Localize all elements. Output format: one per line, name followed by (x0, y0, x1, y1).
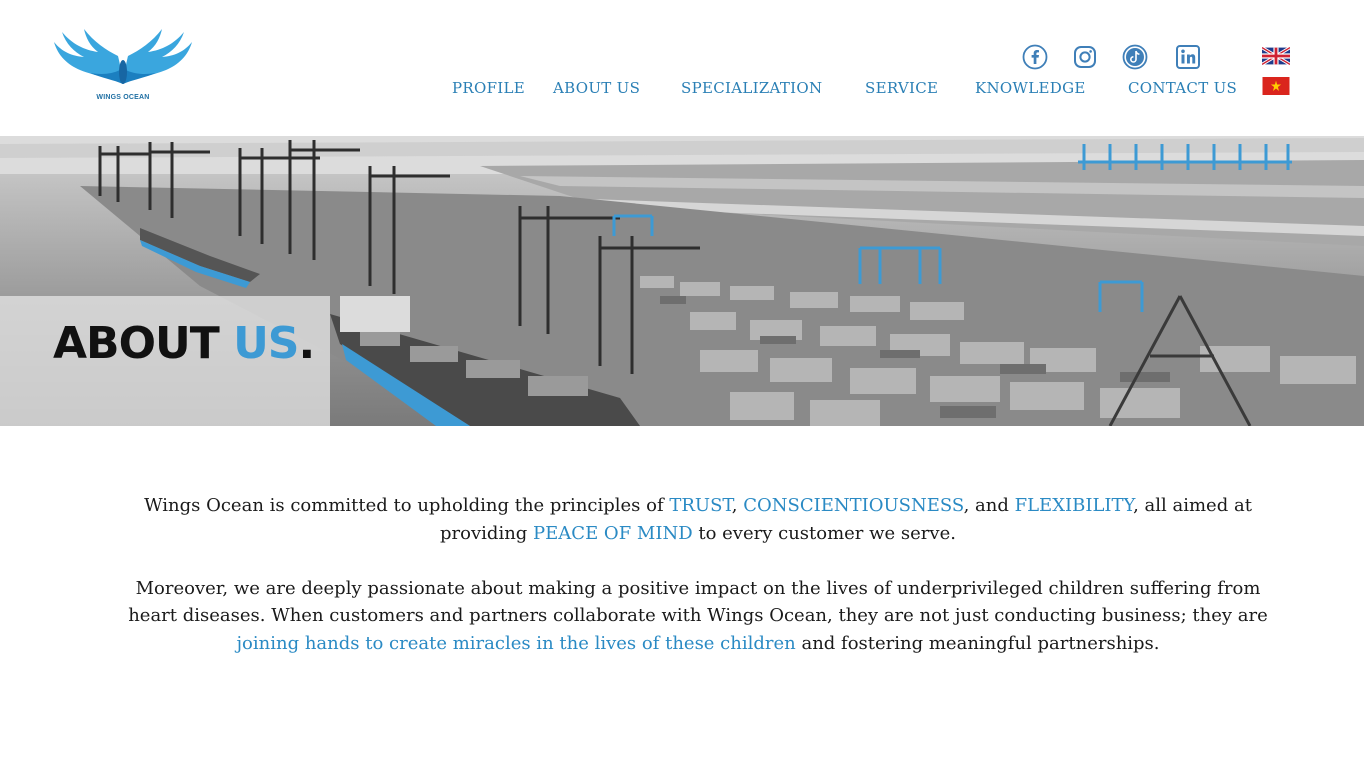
nav-contact-us[interactable]: CONTACT US (1128, 78, 1237, 98)
value-peace-of-mind: PEACE OF MIND (533, 522, 693, 544)
nav-knowledge[interactable]: KNOWLEDGE (975, 78, 1086, 98)
intro-paragraph-1: Wings Ocean is committed to upholding th… (120, 492, 1276, 547)
wings-icon (54, 29, 192, 84)
page-title-part1: ABOUT (53, 318, 220, 369)
instagram-icon[interactable] (1072, 44, 1098, 70)
hero-banner: ABOUT US. (0, 136, 1364, 426)
intro-text: , and (963, 495, 1015, 516)
highlight-miracles: joining hands to create miracles in the … (236, 632, 796, 654)
intro-text: and fostering meaningful partnerships. (795, 632, 1160, 654)
nav-specialization[interactable]: SPECIALIZATION (681, 78, 822, 98)
value-flexibility: FLEXIBILITY (1014, 495, 1134, 516)
site-header: WINGS OCEAN PROFILE ABOUT US SPECIALIZAT… (0, 0, 1366, 136)
intro-text: to every customer we serve. (692, 522, 956, 544)
intro-text: Moreover, we are deeply passionate about… (128, 577, 1268, 627)
vietnam-flag-icon[interactable] (1262, 77, 1290, 95)
intro-paragraph-2: Moreover, we are deeply passionate about… (120, 575, 1276, 658)
port-container-terminal-image (0, 136, 1364, 426)
value-trust: TRUST (669, 495, 732, 516)
page-title-dot: . (298, 318, 316, 369)
logo-text: WINGS OCEAN (96, 94, 150, 101)
nav-service[interactable]: SERVICE (865, 78, 938, 98)
nav-about-us[interactable]: ABOUT US (553, 78, 640, 98)
page-title-part2: US (233, 318, 299, 369)
nav-profile[interactable]: PROFILE (452, 78, 525, 98)
wings-ocean-logo[interactable]: WINGS OCEAN (50, 26, 196, 108)
tiktok-icon[interactable] (1122, 44, 1148, 70)
linkedin-icon[interactable] (1175, 44, 1201, 70)
page-title: ABOUT US. (53, 314, 316, 374)
uk-flag-icon[interactable] (1262, 47, 1290, 65)
value-conscientiousness: CONSCIENTIOUSNESS (743, 495, 964, 516)
about-intro: Wings Ocean is committed to upholding th… (120, 492, 1276, 657)
intro-text: , (731, 495, 744, 516)
intro-text: Wings Ocean is committed to upholding th… (144, 495, 670, 516)
facebook-icon[interactable] (1022, 44, 1048, 70)
